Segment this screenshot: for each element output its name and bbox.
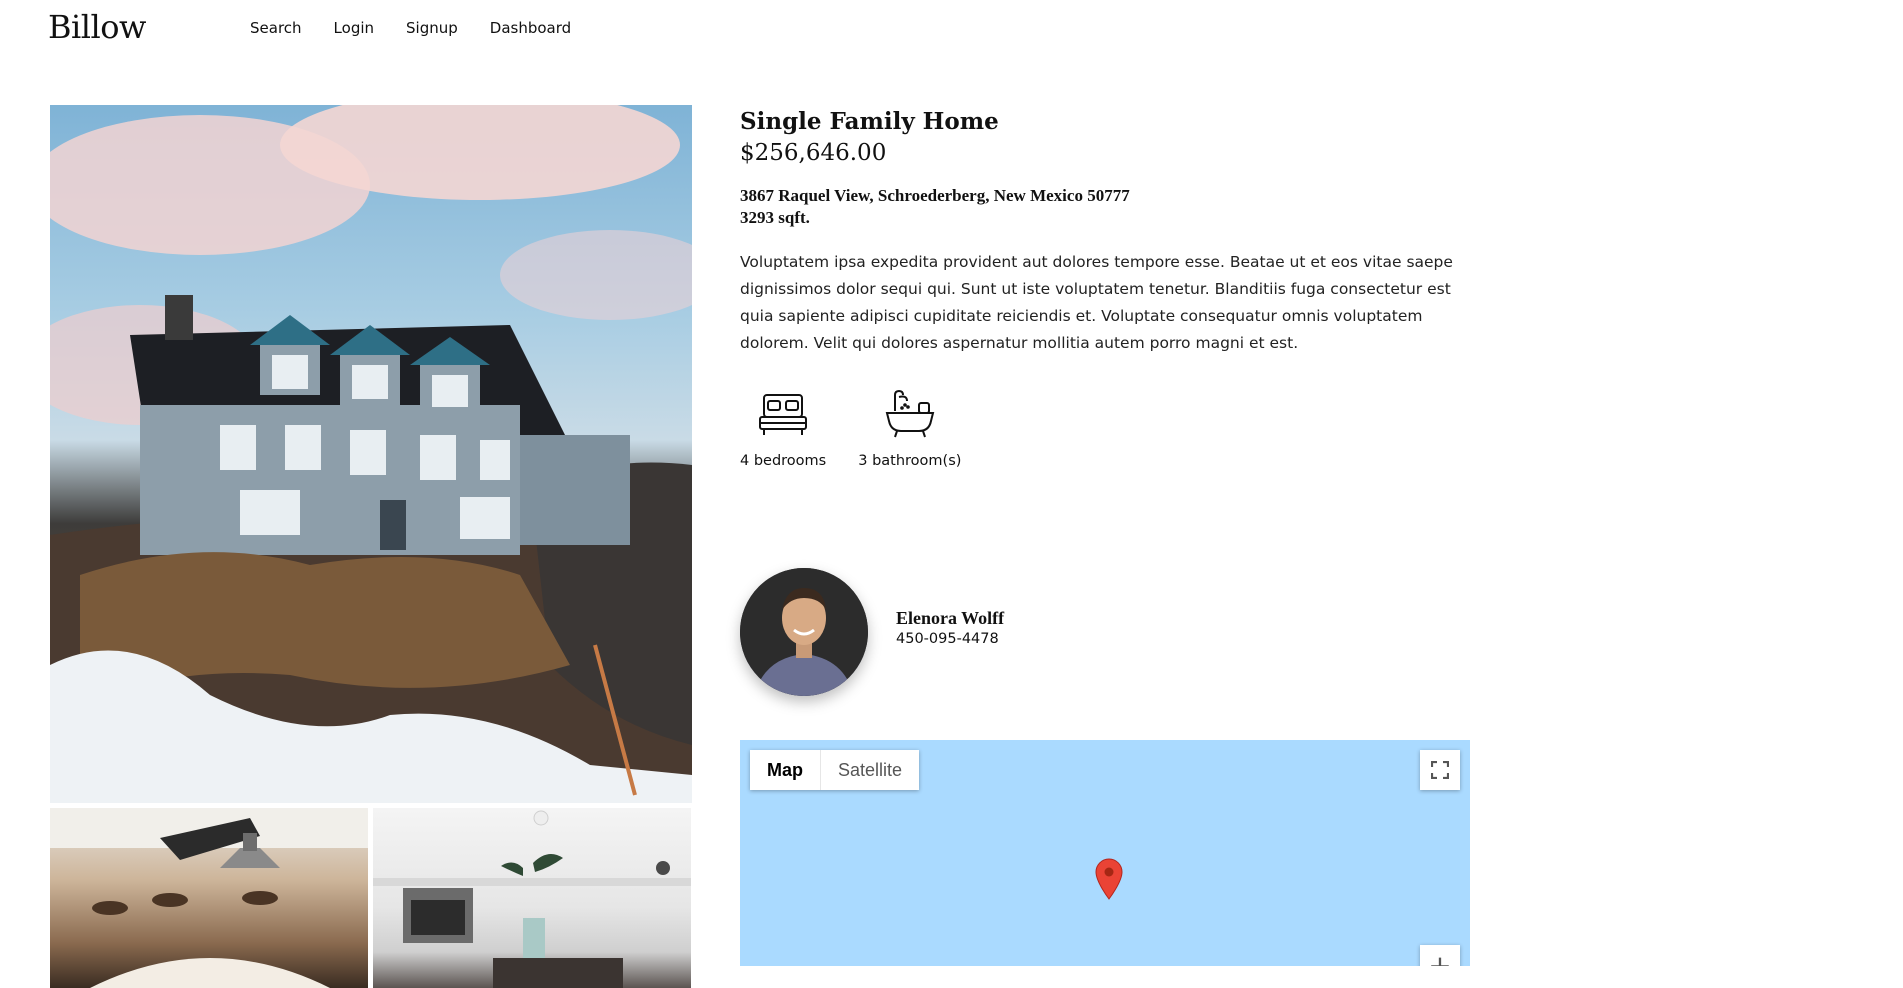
satellite-view-button[interactable]: Satellite [821,750,920,790]
property-address: 3867 Raquel View, Schroederberg, New Mex… [740,186,1130,205]
nav-dashboard-link[interactable]: Dashboard [490,19,571,37]
location-map[interactable]: Map Satellite + [740,740,1470,966]
nav-signup-link[interactable]: Signup [406,19,458,37]
agent-avatar [740,568,868,696]
agent-phone[interactable]: 450-095-4478 [896,631,1004,647]
nav-login-link[interactable]: Login [334,19,374,37]
living-room-illustration [50,808,368,988]
agent-card: Elenora Wolff 450-095-4478 [740,568,1004,696]
feature-bedrooms: 4 bedrooms [740,387,826,469]
location-pin-icon[interactable] [1095,858,1123,900]
agent-name: Elenora Wolff [896,607,1005,628]
agent-info: Elenora Wolff 450-095-4478 [896,608,1004,647]
listing-details: Single Family Home $256,646.00 3867 Raqu… [740,107,1465,469]
top-navbar: Billow Search Login Signup Dashboard [0,0,1903,56]
property-features: 4 bedrooms 3 bathroom(s) [740,387,1465,469]
feature-bathrooms: 3 bathroom(s) [858,387,961,469]
living-room-photo[interactable] [50,808,368,988]
bedrooms-label: 4 bedrooms [740,453,827,469]
brand-logo[interactable]: Billow [48,8,146,46]
kitchen-illustration [373,810,691,988]
main-nav: Search Login Signup Dashboard [250,19,603,37]
house-illustration [50,105,692,803]
fullscreen-icon [1431,761,1449,779]
map-type-control: Map Satellite [750,750,920,790]
property-price: $256,646.00 [740,140,887,166]
bathrooms-label: 3 bathroom(s) [858,453,962,469]
nav-search-link[interactable]: Search [250,19,302,37]
fullscreen-button[interactable] [1420,750,1460,790]
map-view-button[interactable]: Map [750,750,821,790]
bed-icon [759,394,808,435]
property-size: 3293 sqft. [740,208,810,227]
property-description: Voluptatem ipsa expedita provident aut d… [740,253,1453,352]
property-type: Single Family Home [740,108,999,135]
kitchen-photo[interactable] [373,808,691,988]
zoom-in-button[interactable]: + [1420,945,1460,966]
bathtub-icon [885,389,935,438]
agent-portrait [740,568,868,696]
house-exterior-photo[interactable] [50,105,692,803]
